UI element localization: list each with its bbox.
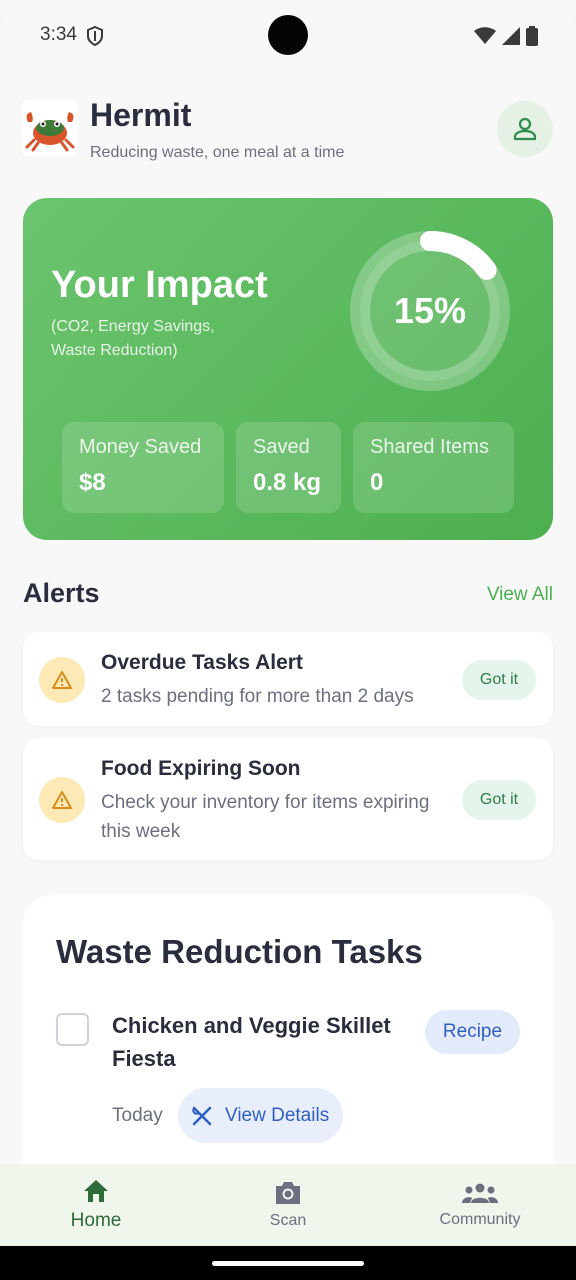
home-gesture-bar[interactable]	[212, 1261, 364, 1266]
alerts-title: Alerts	[23, 578, 100, 608]
stat-saved: Saved 0.8 kg	[236, 422, 341, 513]
alert-body: Check your inventory for items expiring …	[101, 792, 430, 842]
signal-icon	[502, 27, 520, 45]
home-icon	[84, 1180, 108, 1202]
stat-shared-items: Shared Items 0	[353, 422, 514, 513]
camera-icon	[276, 1182, 300, 1204]
view-details-button[interactable]: View Details	[178, 1088, 343, 1143]
status-bar: 3:34	[0, 0, 576, 70]
person-icon	[513, 117, 537, 141]
impact-progress-label: 15%	[393, 290, 467, 331]
gesture-area	[0, 1246, 576, 1280]
alert-body: 2 tasks pending for more than 2 days	[101, 686, 414, 707]
got-it-button[interactable]: Got it	[462, 660, 536, 700]
camera-cutout	[268, 15, 308, 55]
task-checkbox[interactable]	[56, 1013, 89, 1046]
alert-title: Overdue Tasks Alert	[101, 651, 303, 674]
nav-home[interactable]: Home	[0, 1164, 192, 1246]
shield-icon	[87, 26, 103, 46]
app-logo	[22, 100, 78, 156]
status-icons	[474, 26, 538, 46]
impact-title: Your Impact	[51, 264, 268, 306]
stat-label: Shared Items	[370, 436, 489, 458]
got-it-button[interactable]: Got it	[462, 780, 536, 820]
alert-card: Food Expiring Soon Check your inventory …	[23, 738, 553, 860]
warning-icon	[39, 657, 85, 703]
impact-subtitle: (CO2, Energy Savings, Waste Reduction)	[51, 318, 215, 359]
stat-value: $8	[79, 469, 106, 496]
nav-label: Home	[70, 1210, 122, 1231]
app-title: Hermit	[90, 97, 192, 133]
alert-title: Food Expiring Soon	[101, 757, 301, 780]
battery-icon	[526, 26, 538, 46]
crab-icon	[25, 112, 75, 152]
task-name: Chicken and Veggie Skillet Fiesta	[112, 1013, 391, 1071]
bottom-navigation: Home Scan Community	[0, 1164, 576, 1246]
alert-card: Overdue Tasks Alert 2 tasks pending for …	[23, 632, 553, 726]
utensils-icon	[192, 1106, 212, 1125]
wifi-icon	[474, 27, 496, 44]
stat-money-saved: Money Saved $8	[62, 422, 224, 513]
impact-card: Your Impact (CO2, Energy Savings, Waste …	[23, 198, 553, 540]
app-screen: 3:34 Hermit Reducing waste, one meal at …	[0, 0, 576, 1280]
nav-scan[interactable]: Scan	[192, 1164, 384, 1246]
stat-value: 0.8 kg	[253, 469, 322, 496]
view-all-link[interactable]: View All	[487, 584, 553, 606]
view-details-label: View Details	[225, 1104, 330, 1126]
nav-community[interactable]: Community	[384, 1164, 576, 1246]
people-icon	[462, 1183, 498, 1203]
warning-icon	[39, 777, 85, 823]
stat-label: Money Saved	[79, 436, 202, 458]
stat-value: 0	[370, 469, 384, 496]
recipe-chip[interactable]: Recipe	[425, 1010, 520, 1054]
stat-label: Saved	[253, 436, 310, 458]
profile-button[interactable]	[497, 101, 553, 157]
nav-label: Community	[439, 1211, 521, 1228]
app-tagline: Reducing waste, one meal at a time	[90, 144, 345, 161]
status-time: 3:34	[40, 24, 77, 45]
nav-label: Scan	[269, 1212, 307, 1229]
task-date: Today	[112, 1105, 163, 1126]
tasks-title: Waste Reduction Tasks	[56, 933, 423, 970]
